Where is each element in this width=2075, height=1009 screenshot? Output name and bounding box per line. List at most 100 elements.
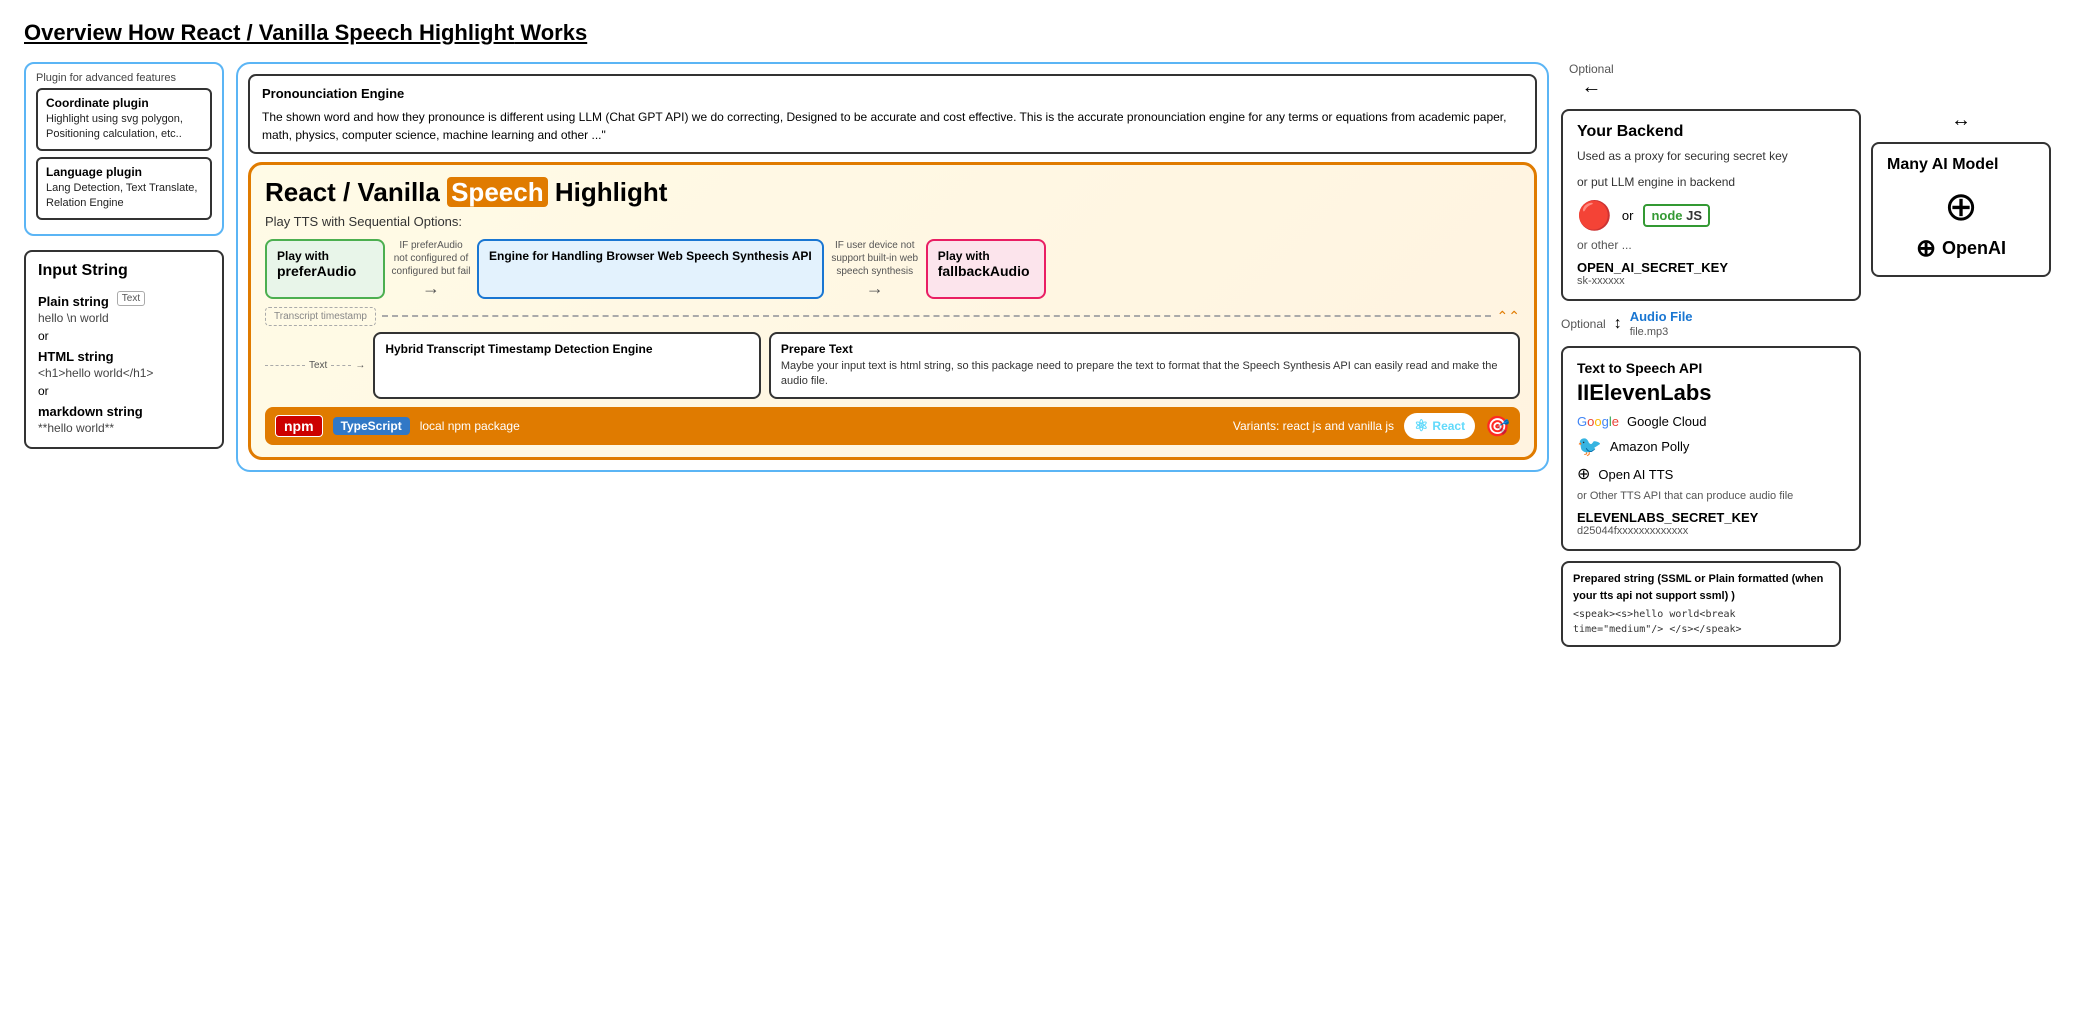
local-npm-label: local npm package [420, 419, 520, 433]
html-string-label: HTML string [38, 349, 210, 364]
left-panel: Plugin for advanced features Coordinate … [24, 62, 224, 449]
left-arrow-top: ← [1581, 76, 1601, 99]
bidir-arrow-icon: ↔ [1951, 109, 1971, 132]
bottom-flow-row: Text → Hybrid Transcript Timestamp Detec… [265, 332, 1520, 400]
ai-title: Many AI Model [1887, 156, 1998, 174]
or-backend: or [1622, 208, 1634, 223]
blue-outer-box: Pronounciation Engine The shown word and… [236, 62, 1549, 472]
coordinate-plugin-text: Highlight using svg polygon, Positioning… [46, 112, 202, 143]
coordinate-plugin: Coordinate plugin Highlight using svg po… [36, 88, 212, 151]
right-panels-row: Your Backend Used as a proxy for securin… [1561, 109, 2051, 551]
hybrid-box: Hybrid Transcript Timestamp Detection En… [373, 332, 761, 400]
input-string-title: Input String [38, 262, 210, 280]
backend-logos: 🔴 or node JS [1577, 199, 1845, 232]
audio-filename: file.mp3 [1630, 326, 1693, 338]
play-prefer-box: Play with preferAudio [265, 239, 385, 299]
text-badge: Text [117, 291, 145, 306]
key-box: OPEN_AI_SECRET_KEY sk-xxxxxx [1577, 260, 1845, 287]
other-text: or other ... [1577, 238, 1845, 252]
markdown-example: **hello world** [38, 421, 210, 435]
if-user-label: IF user device not support built-in web … [830, 239, 920, 299]
orange-box-title: React / Vanilla Speech Highlight [265, 177, 1520, 208]
amazon-icon: 🐦 [1577, 434, 1602, 459]
openai-brand: ⊕ OpenAI [1916, 234, 2006, 263]
pronunciation-row: Pronounciation Engine The shown word and… [236, 62, 1549, 472]
pronunciation-box: Pronounciation Engine The shown word and… [248, 74, 1537, 154]
transcript-row: Transcript timestamp ⌃⌃ [265, 307, 1520, 326]
backend-title: Your Backend [1577, 123, 1845, 141]
html-example: <h1>hello world</h1> [38, 366, 210, 380]
if-prefer-label: IF preferAudio not configured of configu… [391, 239, 471, 299]
optional-middle-connector: Optional ↕ Audio File file.mp3 [1561, 309, 1861, 338]
pronunciation-text: The shown word and how they pronounce is… [262, 108, 1523, 144]
optional-top-connector: Optional ← [1561, 62, 1614, 99]
openai-tts-icon: ⊕ [1577, 464, 1590, 484]
rightmost-section: ↔ Many AI Model ⊕ ⊕ OpenAI [1871, 109, 2051, 551]
input-string-box: Input String Plain string Text hello \n … [24, 250, 224, 449]
backend-box: Your Backend Used as a proxy for securin… [1561, 109, 1861, 301]
other-tts-label: or Other TTS API that can produce audio … [1577, 490, 1845, 502]
prepared-code: <speak><s>hello world<break time="medium… [1573, 607, 1829, 637]
prepare-box: Prepare Text Maybe your input text is ht… [769, 332, 1520, 400]
plugin-box-title: Plugin for advanced features [36, 72, 212, 84]
openai-key-value: sk-xxxxxx [1577, 275, 1845, 287]
tts-box: Text to Speech API IIElevenLabs Google G… [1561, 346, 1861, 551]
page-title: Overview How React / Vanilla Speech High… [24, 20, 2051, 46]
elevenlabs-key-value: d25044fxxxxxxxxxxxxx [1577, 525, 1845, 537]
elevenlabs-key-box: ELEVENLABS_SECRET_KEY d25044fxxxxxxxxxxx… [1577, 510, 1845, 537]
coordinate-plugin-title: Coordinate plugin [46, 96, 202, 110]
plain-string-label: Plain string [38, 294, 109, 309]
tts-title: Text to Speech API [1577, 360, 1845, 376]
nodejs-badge: node JS [1643, 204, 1710, 227]
google-icon: Google [1577, 414, 1619, 429]
laravel-icon: 🔴 [1577, 199, 1612, 232]
prepare-text: Maybe your input text is html string, so… [781, 359, 1508, 390]
bidir-arrow-top: ↔ [1951, 109, 1971, 132]
openai-tts-provider: ⊕ Open AI TTS [1577, 464, 1845, 484]
pronunciation-title: Pronounciation Engine [262, 84, 1523, 104]
flow-row: Play with preferAudio IF preferAudio not… [265, 239, 1520, 299]
google-label: Google Cloud [1627, 414, 1707, 429]
engine-box: Engine for Handling Browser Web Speech S… [477, 239, 824, 299]
optional-top-label: Optional [1569, 62, 1614, 76]
ts-badge: TypeScript [333, 417, 410, 435]
ai-box: Many AI Model ⊕ ⊕ OpenAI [1871, 142, 2051, 277]
openai-key-name: OPEN_AI_SECRET_KEY [1577, 260, 1845, 275]
orange-subtitle: Play TTS with Sequential Options: [265, 214, 1520, 229]
text-label: Text → [265, 332, 365, 400]
up-down-arrow: ↕ [1614, 315, 1622, 333]
npm-badge: npm [275, 415, 323, 437]
or1: or [38, 329, 210, 343]
play-fallback-box: Play with fallbackAudio [926, 239, 1046, 299]
react-badge: ⚛ React [1404, 413, 1475, 439]
markdown-label: markdown string [38, 404, 210, 419]
openai-tts-label: Open AI TTS [1598, 467, 1673, 482]
npm-bar: npm TypeScript local npm package Variant… [265, 407, 1520, 445]
orange-main-box: React / Vanilla Speech Highlight Play TT… [248, 162, 1537, 461]
optional-middle-label: Optional [1561, 317, 1606, 331]
transcript-label: Transcript timestamp [265, 307, 376, 326]
prepared-box: Prepared string (SSML or Plain formatted… [1561, 561, 1841, 647]
prepared-row: Prepared string (SSML or Plain formatted… [1561, 561, 1841, 647]
right-section: Optional ← Your Backend Used as a proxy … [1561, 62, 2051, 647]
tts-brand: IIElevenLabs [1577, 380, 1845, 406]
openai-logo-icon: ⊕ [1944, 184, 1978, 230]
language-plugin: Language plugin Lang Detection, Text Tra… [36, 157, 212, 220]
center-area: Pronounciation Engine The shown word and… [236, 62, 1549, 472]
language-plugin-title: Language plugin [46, 165, 202, 179]
language-plugin-text: Lang Detection, Text Translate, Relation… [46, 181, 202, 212]
google-provider: Google Google Cloud [1577, 414, 1845, 429]
plugin-box: Plugin for advanced features Coordinate … [24, 62, 224, 236]
main-layout: Plugin for advanced features Coordinate … [24, 62, 2051, 647]
elevenlabs-key-name: ELEVENLABS_SECRET_KEY [1577, 510, 1845, 525]
audio-file-label: Audio File [1630, 309, 1693, 324]
prepared-title: Prepared string (SSML or Plain formatted… [1573, 571, 1829, 604]
title-highlight: React / Vanilla Speech Highlight [181, 20, 515, 45]
openai-name: OpenAI [1942, 238, 2006, 259]
backend-section: Your Backend Used as a proxy for securin… [1561, 109, 1861, 551]
react-icon: ⚛ [1414, 416, 1428, 436]
plain-example: hello \n world [38, 311, 210, 325]
or2: or [38, 384, 210, 398]
amazon-label: Amazon Polly [1610, 439, 1689, 454]
backend-text2: or put LLM engine in backend [1577, 173, 1845, 191]
